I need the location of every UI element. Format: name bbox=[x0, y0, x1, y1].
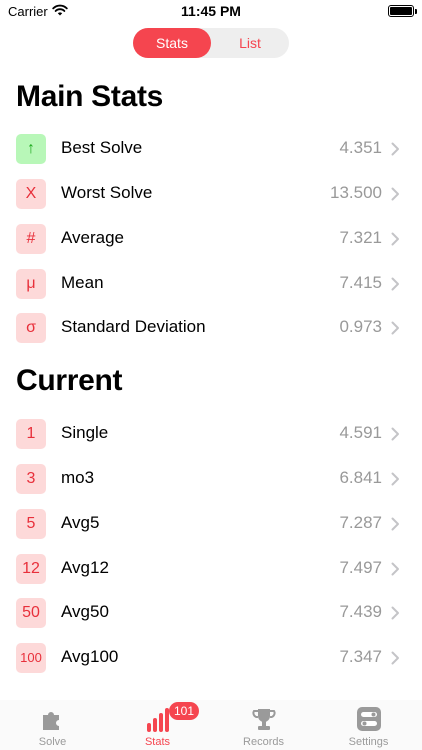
main-stats-heading: Main Stats bbox=[16, 80, 164, 113]
row-label: Mean bbox=[61, 273, 104, 292]
mu-icon: μ bbox=[16, 269, 46, 299]
row-label: Avg100 bbox=[61, 647, 119, 666]
row-label: Avg12 bbox=[61, 558, 109, 577]
row-avg100[interactable]: 100 Avg100 7.347 bbox=[0, 636, 422, 680]
chevron-right-icon bbox=[391, 277, 399, 291]
chevron-right-icon bbox=[391, 232, 399, 246]
puzzle-icon bbox=[43, 712, 59, 730]
row-avg12[interactable]: 12 Avg12 7.497 bbox=[0, 547, 422, 591]
row-value: 4.351 bbox=[339, 138, 382, 157]
tab-label: Solve bbox=[38, 736, 67, 748]
bar-chart-icon bbox=[147, 708, 169, 732]
chevron-right-icon bbox=[391, 427, 399, 441]
tab-bar: Solve 101 Stats Records Settings bbox=[0, 700, 422, 750]
row-worst-solve[interactable]: X Worst Solve 13.500 bbox=[0, 172, 422, 216]
notification-badge: 101 bbox=[169, 702, 200, 720]
tab-label: Settings bbox=[348, 736, 389, 748]
row-mean[interactable]: μ Mean 7.415 bbox=[0, 262, 422, 306]
tab-label: Records bbox=[243, 736, 284, 748]
row-standard-deviation[interactable]: σ Standard Deviation 0.973 bbox=[0, 306, 422, 350]
row-label: Avg5 bbox=[61, 513, 100, 532]
toggles-icon bbox=[357, 707, 381, 731]
row-value: 6.841 bbox=[339, 468, 382, 487]
row-avg5[interactable]: 5 Avg5 7.287 bbox=[0, 502, 422, 546]
x-icon: X bbox=[16, 179, 46, 209]
tab-solve[interactable]: Solve bbox=[0, 700, 105, 750]
row-single[interactable]: 1 Single 4.591 bbox=[0, 412, 422, 456]
row-label: Average bbox=[61, 228, 125, 247]
row-label: Worst Solve bbox=[61, 183, 153, 202]
number-badge: 100 bbox=[16, 643, 46, 673]
row-label: mo3 bbox=[61, 468, 95, 487]
status-bar: Carrier 11:45 PM bbox=[0, 0, 422, 22]
row-value: 7.347 bbox=[339, 647, 382, 666]
sigma-icon: σ bbox=[16, 313, 46, 343]
row-value: 7.415 bbox=[339, 273, 382, 292]
number-badge: 1 bbox=[16, 419, 46, 449]
number-badge: 5 bbox=[16, 509, 46, 539]
row-label: Single bbox=[61, 423, 109, 442]
row-value: 7.321 bbox=[339, 228, 382, 247]
row-value: 7.287 bbox=[339, 513, 382, 532]
row-best-solve[interactable]: ↑ Best Solve 4.351 bbox=[0, 127, 422, 171]
chevron-right-icon bbox=[391, 606, 399, 620]
tab-settings[interactable]: Settings bbox=[316, 700, 421, 750]
tab-stats[interactable]: 101 Stats bbox=[105, 700, 210, 750]
chevron-right-icon bbox=[391, 187, 399, 201]
number-badge: 12 bbox=[16, 554, 46, 584]
row-mo3[interactable]: 3 mo3 6.841 bbox=[0, 457, 422, 501]
clock: 11:45 PM bbox=[181, 3, 241, 19]
row-value: 4.591 bbox=[339, 423, 382, 442]
current-heading: Current bbox=[16, 364, 123, 397]
arrow-up-icon: ↑ bbox=[16, 134, 46, 164]
chevron-right-icon bbox=[391, 651, 399, 665]
number-badge: 3 bbox=[16, 464, 46, 494]
trophy-icon bbox=[252, 709, 276, 730]
row-avg50[interactable]: 50 Avg50 7.439 bbox=[0, 591, 422, 635]
chevron-right-icon bbox=[391, 321, 399, 335]
row-value: 7.439 bbox=[339, 602, 382, 621]
battery-icon bbox=[388, 5, 417, 17]
segment-stats[interactable]: Stats bbox=[133, 28, 211, 58]
row-value: 7.497 bbox=[339, 558, 382, 577]
chevron-right-icon bbox=[391, 472, 399, 486]
row-label: Avg50 bbox=[61, 602, 109, 621]
chevron-right-icon bbox=[391, 142, 399, 156]
row-value: 0.973 bbox=[339, 317, 382, 336]
tab-label: Stats bbox=[144, 736, 171, 748]
number-badge: 50 bbox=[16, 598, 46, 628]
row-label: Best Solve bbox=[61, 138, 143, 157]
hash-icon: # bbox=[16, 224, 46, 254]
row-label: Standard Deviation bbox=[61, 317, 206, 336]
row-average[interactable]: # Average 7.321 bbox=[0, 217, 422, 261]
chevron-right-icon bbox=[391, 517, 399, 531]
segment-list[interactable]: List bbox=[211, 28, 289, 58]
tab-records[interactable]: Records bbox=[211, 700, 316, 750]
chevron-right-icon bbox=[391, 562, 399, 576]
row-value: 13.500 bbox=[330, 183, 382, 202]
view-segmented-control: Stats List bbox=[133, 28, 289, 58]
